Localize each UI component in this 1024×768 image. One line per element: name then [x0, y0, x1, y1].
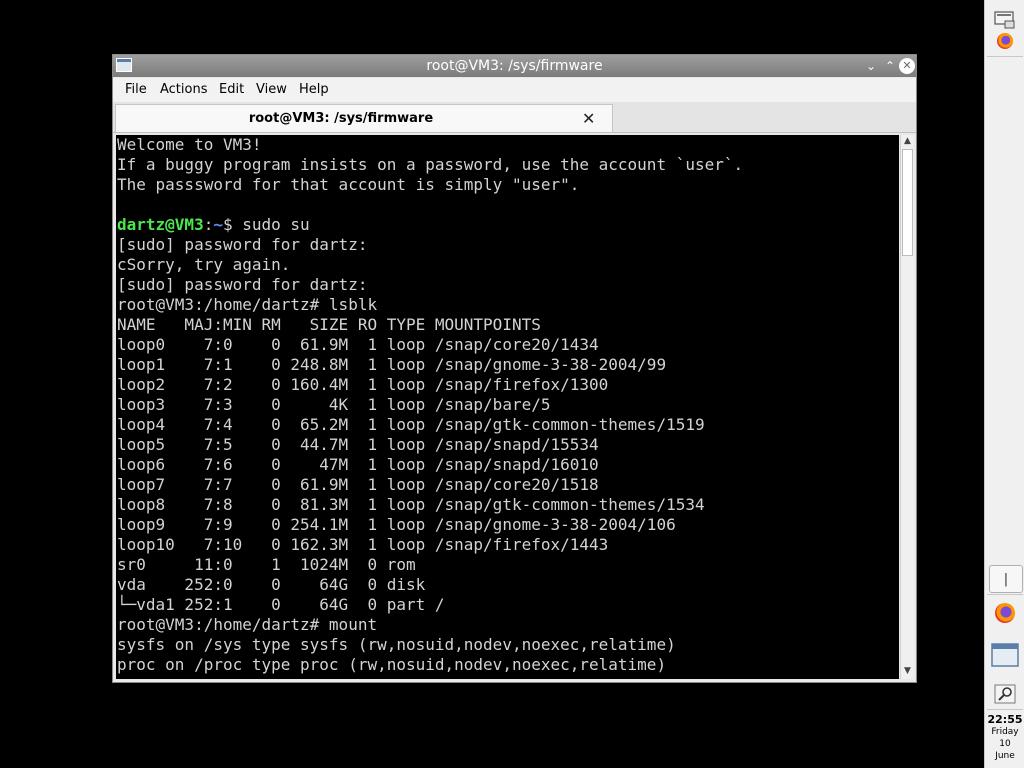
- line-text: vda 252:0 0 64G 0 disk: [117, 575, 426, 594]
- tab-bar: root@VM3: /sys/firmware ✕: [113, 102, 916, 133]
- clock-month: June: [995, 751, 1015, 761]
- tab-label: root@VM3: /sys/firmware: [248, 111, 434, 126]
- line-text: root@VM3:/home/dartz# mount: [117, 615, 378, 634]
- terminal-line: loop4 7:4 0 65.2M 1 loop /snap/gtk-commo…: [117, 415, 899, 435]
- menu-help[interactable]: Help: [299, 82, 329, 97]
- terminal-line: NAME MAJ:MIN RM SIZE RO TYPE MOUNTPOINTS: [117, 315, 899, 335]
- terminal-line: dartz@VM3:~$ sudo su: [117, 215, 899, 235]
- line-text: └─vda1 252:1 0 64G 0 part /: [117, 595, 445, 614]
- line-text: loop6 7:6 0 47M 1 loop /snap/snapd/16010: [117, 455, 599, 474]
- line-text: loop4 7:4 0 65.2M 1 loop /snap/gtk-commo…: [117, 415, 705, 434]
- clock-day: Friday: [991, 727, 1019, 737]
- terminal-line: [sudo] password for dartz:: [117, 235, 899, 255]
- prompt-path: ~: [213, 215, 223, 234]
- search-icon[interactable]: [988, 679, 1022, 709]
- line-text: proc on /proc type proc (rw,nosuid,nodev…: [117, 655, 667, 674]
- terminal-line: root@VM3:/home/dartz# lsblk: [117, 295, 899, 315]
- terminal-line: [117, 195, 899, 215]
- scroll-up-icon[interactable]: ▲: [901, 135, 914, 148]
- menu-view[interactable]: View: [256, 82, 287, 97]
- terminal-output[interactable]: Welcome to VM3! If a buggy program insist…: [116, 135, 899, 679]
- terminal-window-icon[interactable]: [988, 640, 1022, 670]
- terminal-line: loop9 7:9 0 254.1M 1 loop /snap/gnome-3-…: [117, 515, 899, 535]
- menu-actions[interactable]: Actions: [160, 82, 208, 97]
- line-text: If a buggy program insists on a password…: [117, 155, 744, 174]
- terminal-line: loop7 7:7 0 61.9M 1 loop /snap/core20/15…: [117, 475, 899, 495]
- line-text: [sudo] password for dartz:: [117, 235, 368, 254]
- line-text: cSorry, try again.: [117, 255, 291, 274]
- terminal-line: The passsword for that account is simply…: [117, 175, 899, 195]
- line-text: sysfs on /sys type sysfs (rw,nosuid,node…: [117, 635, 676, 654]
- clock-time: 22:55: [987, 713, 1023, 726]
- terminal-line: loop3 7:3 0 4K 1 loop /snap/bare/5: [117, 395, 899, 415]
- pipe-button[interactable]: |: [989, 565, 1023, 593]
- terminal-line: sysfs on /sys type sysfs (rw,nosuid,node…: [117, 635, 899, 655]
- line-text: Welcome to VM3!: [117, 135, 262, 154]
- terminal-line: cSorry, try again.: [117, 255, 899, 275]
- prompt-separator: :: [203, 215, 214, 234]
- terminal-line: loop1 7:1 0 248.8M 1 loop /snap/gnome-3-…: [117, 355, 899, 375]
- line-text: $ sudo su: [222, 215, 310, 234]
- line-text: loop9 7:9 0 254.1M 1 loop /snap/gnome-3-…: [117, 515, 676, 534]
- terminal-line: loop6 7:6 0 47M 1 loop /snap/snapd/16010: [117, 455, 899, 475]
- vertical-scrollbar[interactable]: ▲ ▼: [900, 135, 914, 679]
- firefox-icon[interactable]: [988, 26, 1022, 56]
- line-text: [sudo] password for dartz:: [117, 275, 368, 294]
- terminal-line: [sudo] password for dartz:: [117, 275, 899, 295]
- menu-edit[interactable]: Edit: [219, 82, 244, 97]
- taskbar: | 22:55 Friday 10 June: [984, 0, 1024, 768]
- terminal-window: root@VM3: /sys/firmware ⌄ ⌃ ✕ File Actio…: [112, 54, 917, 683]
- line-text: loop2 7:2 0 160.4M 1 loop /snap/firefox/…: [117, 375, 609, 394]
- line-text: loop10 7:10 0 162.3M 1 loop /snap/firefo…: [117, 535, 609, 554]
- line-text: root@VM3:/home/dartz# lsblk: [117, 295, 378, 314]
- line-text: loop0 7:0 0 61.9M 1 loop /snap/core20/14…: [117, 335, 599, 354]
- line-text: loop1 7:1 0 248.8M 1 loop /snap/gnome-3-…: [117, 355, 667, 374]
- terminal-line: loop2 7:2 0 160.4M 1 loop /snap/firefox/…: [117, 375, 899, 395]
- line-text: The passsword for that account is simply…: [117, 175, 580, 194]
- clock-date: 10: [999, 739, 1011, 749]
- line-text: loop5 7:5 0 44.7M 1 loop /snap/snapd/155…: [117, 435, 599, 454]
- terminal-line: root@VM3:/home/dartz# mount: [117, 615, 899, 635]
- scrollbar-thumb[interactable]: [902, 149, 913, 256]
- line-text: loop8 7:8 0 81.3M 1 loop /snap/gtk-commo…: [117, 495, 705, 514]
- terminal-line: vda 252:0 0 64G 0 disk: [117, 575, 899, 595]
- line-text: NAME MAJ:MIN RM SIZE RO TYPE MOUNTPOINTS: [117, 315, 541, 334]
- window-title: root@VM3: /sys/firmware: [426, 58, 603, 74]
- terminal-line: loop8 7:8 0 81.3M 1 loop /snap/gtk-commo…: [117, 495, 899, 515]
- clock[interactable]: 22:55 Friday 10 June: [985, 713, 1024, 762]
- terminal-line: sr0 11:0 1 1024M 0 rom: [117, 555, 899, 575]
- maximize-button[interactable]: ⌃: [882, 58, 898, 74]
- terminal-line: proc on /proc type proc (rw,nosuid,nodev…: [117, 655, 899, 675]
- terminal-line: loop0 7:0 0 61.9M 1 loop /snap/core20/14…: [117, 335, 899, 355]
- terminal-line: loop5 7:5 0 44.7M 1 loop /snap/snapd/155…: [117, 435, 899, 455]
- firefox-icon[interactable]: [988, 598, 1022, 628]
- menu-bar: File Actions Edit View Help: [113, 78, 916, 102]
- minimize-button[interactable]: ⌄: [863, 58, 879, 74]
- terminal-line: └─vda1 252:1 0 64G 0 part /: [117, 595, 899, 615]
- line-text: loop3 7:3 0 4K 1 loop /snap/bare/5: [117, 395, 551, 414]
- menu-file[interactable]: File: [125, 82, 147, 97]
- line-text: [117, 195, 127, 214]
- title-bar[interactable]: root@VM3: /sys/firmware ⌄ ⌃ ✕: [113, 55, 916, 77]
- line-text: loop7 7:7 0 61.9M 1 loop /snap/core20/15…: [117, 475, 599, 494]
- tab-close-icon[interactable]: ✕: [582, 109, 595, 128]
- terminal-line: If a buggy program insists on a password…: [117, 155, 899, 175]
- tab-terminal[interactable]: root@VM3: /sys/firmware ✕: [115, 104, 613, 132]
- scroll-down-icon[interactable]: ▼: [901, 665, 914, 678]
- close-button[interactable]: ✕: [899, 58, 915, 74]
- prompt-user: dartz@VM3: [117, 215, 204, 234]
- line-text: sr0 11:0 1 1024M 0 rom: [117, 555, 416, 574]
- terminal-line: loop10 7:10 0 162.3M 1 loop /snap/firefo…: [117, 535, 899, 555]
- terminal-line: Welcome to VM3!: [117, 135, 899, 155]
- terminal-text: Welcome to VM3! If a buggy program insist…: [116, 135, 899, 675]
